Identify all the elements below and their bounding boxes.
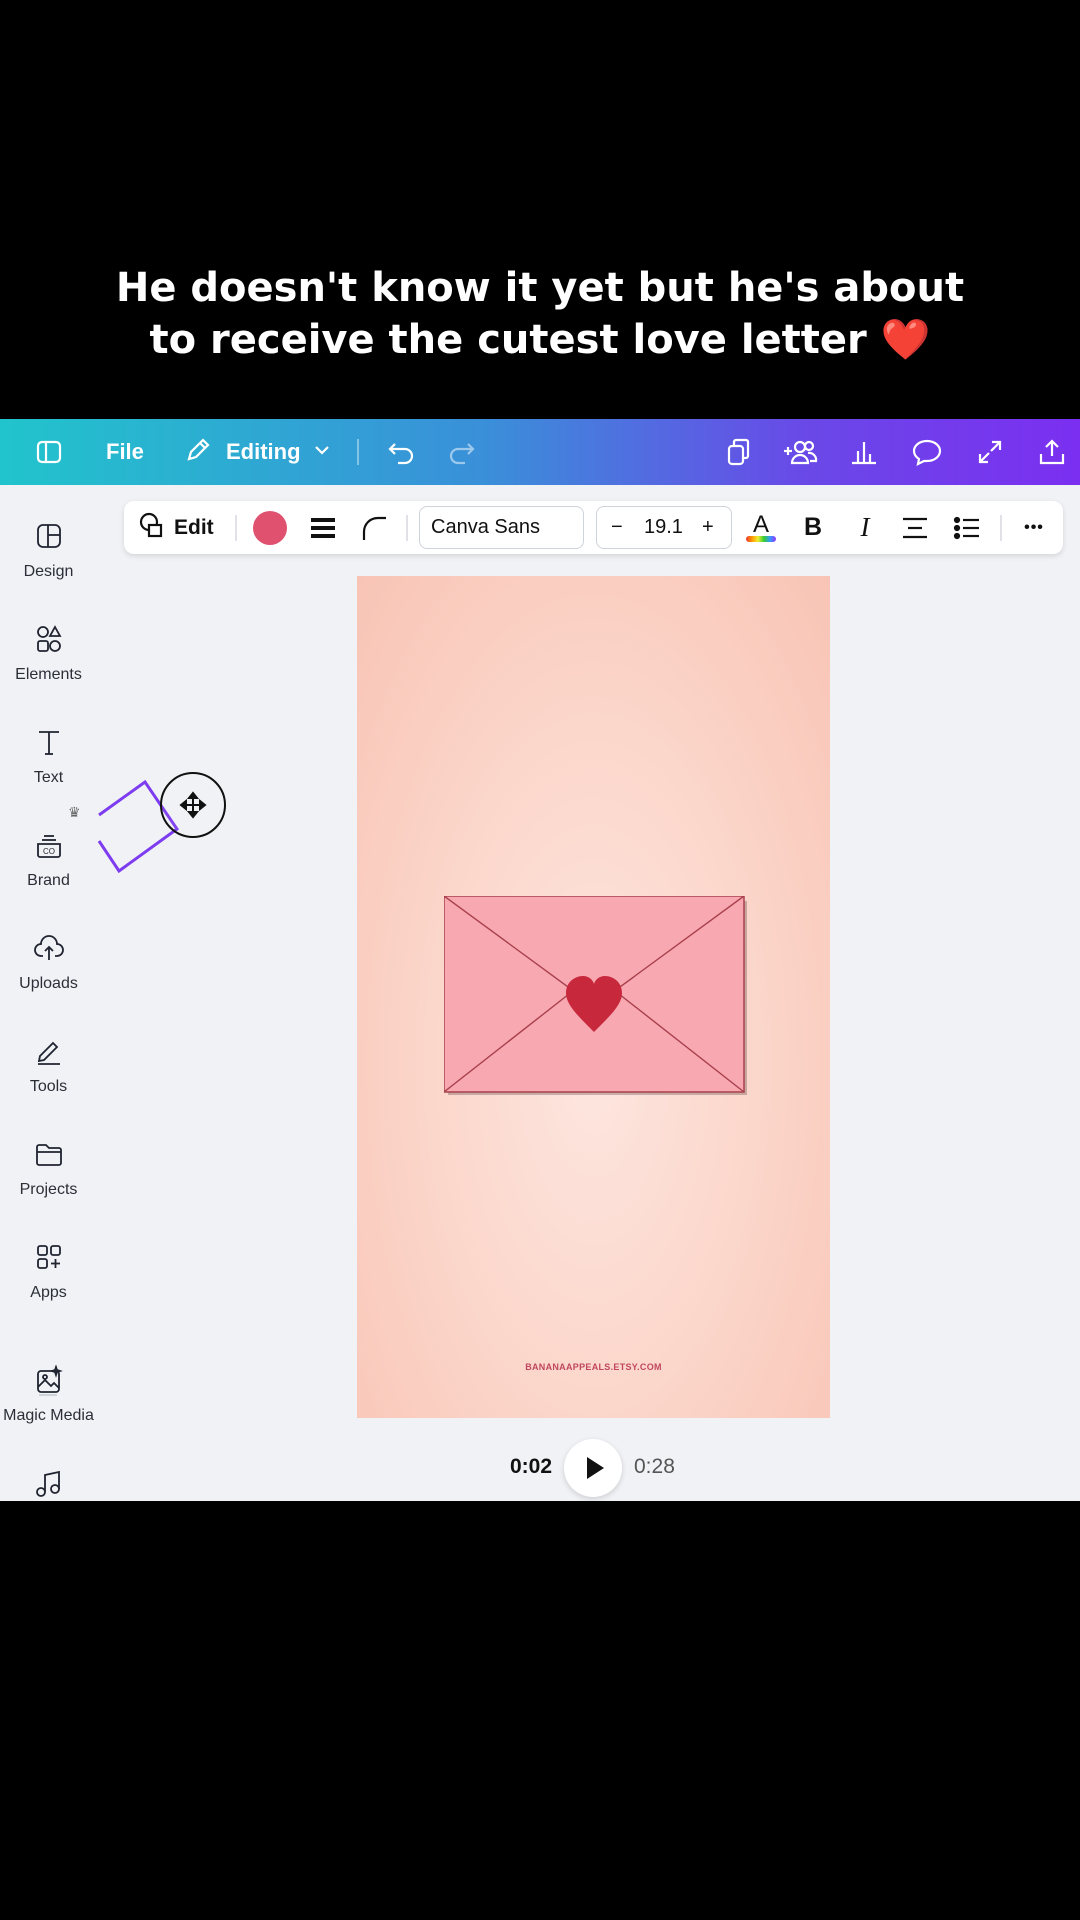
italic-button[interactable]: I [852, 501, 878, 554]
playback-bar: 0:02 0:28 [0, 1439, 1080, 1497]
sidebar-item-apps[interactable]: Apps [0, 1242, 97, 1332]
svg-text:CO: CO [43, 847, 55, 856]
caption-line-2: to receive the cutest love letter ❤️ [0, 314, 1080, 366]
redo-icon[interactable] [447, 419, 477, 485]
sidebar-item-projects[interactable]: Projects [0, 1139, 97, 1229]
text-color-glyph: A [752, 510, 769, 538]
design-page[interactable]: BANANAAPPEALS.ETSY.COM [357, 576, 830, 1418]
fullscreen-icon[interactable] [977, 419, 1003, 485]
caption-line-1: He doesn't know it yet but he's about [115, 265, 965, 311]
edit-shape-button[interactable]: Edit [138, 501, 214, 554]
sidebar-item-brand[interactable]: CO Brand [0, 830, 97, 920]
video-caption: He doesn't know it yet but he's about to… [0, 262, 1080, 366]
file-menu-button[interactable]: File [106, 419, 144, 485]
context-toolbar: Edit Canva Sans − 19.1 + A B I ••• [124, 501, 1063, 554]
sidebar-item-elements[interactable]: Elements [0, 624, 97, 714]
text-icon [34, 727, 64, 757]
canva-editor: File Editing Design Elements Text CO Bra… [0, 419, 1080, 1501]
edit-label: Edit [174, 515, 214, 539]
current-time: 0:02 [510, 1455, 553, 1478]
top-bar: File Editing [0, 419, 1080, 485]
sidebar-item-label: Projects [19, 1181, 78, 1198]
more-options-button[interactable]: ••• [1017, 501, 1051, 554]
upload-share-icon[interactable] [1038, 419, 1066, 485]
elements-icon [34, 624, 64, 654]
sidebar-item-label: Elements [15, 666, 82, 683]
magic-media-icon [34, 1364, 64, 1395]
corner-rounding-icon[interactable] [358, 501, 390, 554]
more-glyph: ••• [1024, 518, 1044, 536]
sidebar-item-design[interactable]: Design [0, 521, 97, 611]
chevron-down-icon [313, 441, 331, 464]
file-label: File [106, 439, 144, 464]
bullet-list-icon[interactable] [952, 501, 982, 554]
toolbar-divider [406, 515, 408, 541]
heart-emoji: ❤️ [880, 317, 931, 363]
font-family-dropdown[interactable]: Canva Sans [419, 506, 584, 549]
watermark-text: BANANAAPPEALS.ETSY.COM [525, 1362, 662, 1372]
sidebar-item-tools[interactable]: Tools [0, 1036, 97, 1126]
sidebar-item-label: Apps [30, 1284, 67, 1301]
toolbar-divider [1000, 515, 1002, 541]
left-sidebar: Design Elements Text CO Brand Uploads Tools Pro… [0, 485, 97, 1501]
editing-mode-button[interactable]: Editing [184, 419, 331, 485]
sidebar-item-label: Uploads [19, 975, 78, 992]
border-weight-icon[interactable] [308, 501, 338, 554]
pencil-icon [184, 436, 212, 469]
share-people-icon[interactable] [782, 419, 818, 485]
increase-font-size-button[interactable]: + [702, 507, 714, 548]
topbar-divider [357, 439, 359, 465]
sidebar-item-label: Text [33, 769, 64, 786]
sidebar-item-label: Brand [27, 872, 70, 889]
sidebar-item-label: Design [23, 563, 74, 580]
toolbar-divider [235, 515, 237, 541]
rainbow-bar [746, 535, 776, 542]
tools-icon [34, 1036, 64, 1066]
fill-color-swatch [253, 510, 287, 545]
undo-icon[interactable] [386, 419, 416, 485]
total-time: 0:28 [634, 1455, 675, 1478]
fill-color-button[interactable] [252, 501, 288, 554]
comment-icon[interactable] [912, 419, 942, 485]
sidebar-item-text[interactable]: Text [0, 727, 97, 817]
caption-line-2-text: to receive the cutest love letter [149, 317, 867, 363]
play-button[interactable] [564, 1439, 622, 1497]
decrease-font-size-button[interactable]: − [611, 507, 623, 548]
brand-icon: CO [34, 830, 64, 860]
resize-icon[interactable] [724, 419, 752, 485]
move-arrows-icon [179, 791, 207, 819]
apps-icon [34, 1242, 64, 1272]
bold-button[interactable]: B [800, 501, 826, 554]
editing-label: Editing [226, 439, 301, 464]
font-size-value[interactable]: 19.1 [644, 507, 683, 548]
video-frame: He doesn't know it yet but he's about to… [0, 0, 1080, 1920]
text-color-button[interactable]: A [744, 501, 778, 554]
shapes-icon [138, 511, 166, 544]
analytics-icon[interactable] [850, 419, 878, 485]
sidebar-item-label: Magic Media [3, 1407, 94, 1424]
sidebar-divider [39, 1394, 57, 1396]
sidebar-item-label: Tools [29, 1078, 68, 1095]
play-icon [587, 1457, 604, 1479]
projects-icon [34, 1139, 64, 1169]
align-center-icon[interactable] [900, 501, 930, 554]
sidebar-toggle-icon[interactable] [36, 419, 62, 485]
envelope-graphic[interactable] [444, 896, 747, 1095]
design-icon [34, 521, 64, 551]
italic-glyph: I [860, 512, 870, 542]
font-size-stepper: − 19.1 + [596, 506, 732, 549]
uploads-icon [34, 933, 64, 963]
crown-icon: ♛ [68, 804, 81, 820]
move-cursor [160, 772, 226, 838]
bold-glyph: B [803, 513, 823, 541]
sidebar-item-uploads[interactable]: Uploads [0, 933, 97, 1023]
